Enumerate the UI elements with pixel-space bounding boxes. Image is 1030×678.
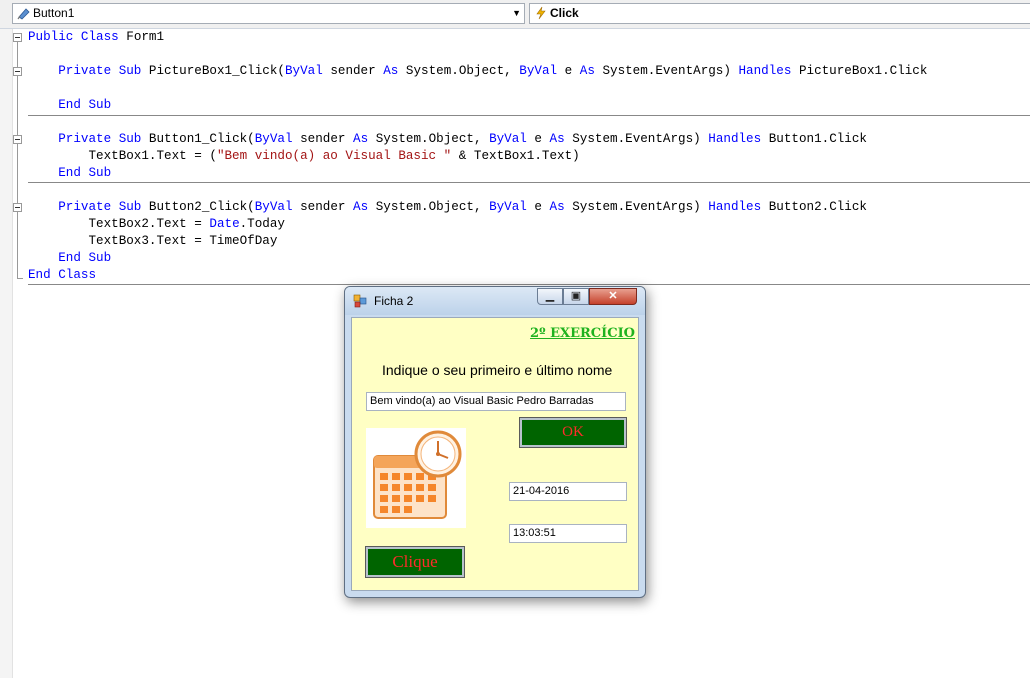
- code-line: TextBox3.Text = TimeOfDay: [28, 234, 278, 248]
- event-dropdown[interactable]: Click: [529, 3, 1030, 24]
- code-line: Private Sub PictureBox1_Click(ByVal send…: [28, 64, 928, 78]
- clique-button[interactable]: Clique: [365, 546, 465, 578]
- collapse-icon[interactable]: [13, 135, 22, 144]
- maximize-button[interactable]: ▣: [563, 288, 589, 305]
- code-line: End Class: [28, 268, 97, 282]
- minimize-icon: ▁: [545, 290, 555, 302]
- code-line: TextBox2.Text = Date.Today: [28, 217, 285, 231]
- collapse-icon[interactable]: [13, 67, 22, 76]
- outline-end: [17, 278, 23, 279]
- code-line: TextBox1.Text = ("Bem vindo(a) ao Visual…: [28, 149, 580, 163]
- code-navigation-bar: Button1 ▼ Click: [0, 0, 1030, 29]
- collapse-icon[interactable]: [13, 203, 22, 212]
- code-line: End Sub: [28, 251, 112, 265]
- form-window: Ficha 2 ▁ ▣ ✕ 2º EXERCÍCIO Indique o seu…: [344, 286, 646, 598]
- lightning-icon: [536, 6, 546, 20]
- control-icon: [17, 8, 30, 20]
- code-line: Private Sub Button1_Click(ByVal sender A…: [28, 132, 867, 146]
- procedure-separator: [28, 284, 1030, 285]
- window-title: Ficha 2: [374, 294, 414, 308]
- textbox2-date-field[interactable]: 21-04-2016: [509, 482, 627, 501]
- object-dropdown[interactable]: Button1 ▼: [12, 3, 525, 24]
- calendar-clock-picture[interactable]: [366, 428, 466, 528]
- maximize-icon: ▣: [570, 290, 582, 302]
- code-line: End Sub: [28, 166, 112, 180]
- exercise-heading: 2º EXERCÍCIO: [530, 326, 635, 341]
- form-client-area: 2º EXERCÍCIO Indique o seu primeiro e úl…: [351, 317, 639, 591]
- ok-button[interactable]: OK: [519, 417, 627, 448]
- outline-line: [17, 42, 18, 278]
- code-line: Public Class Form1: [28, 30, 165, 44]
- object-dropdown-value: Button1: [33, 6, 75, 20]
- name-prompt-label: Indique o seu primeiro e último nome: [382, 362, 613, 378]
- code-line: End Sub: [28, 98, 112, 112]
- procedure-separator: [28, 115, 1030, 116]
- code-line: Private Sub Button2_Click(ByVal sender A…: [28, 200, 867, 214]
- textbox3-time-field[interactable]: 13:03:51: [509, 524, 627, 543]
- window-titlebar[interactable]: Ficha 2 ▁ ▣ ✕: [345, 287, 645, 315]
- minimize-button[interactable]: ▁: [537, 288, 563, 305]
- close-icon: ✕: [608, 290, 618, 302]
- chevron-down-icon[interactable]: ▼: [512, 4, 521, 23]
- editor-gutter: [0, 29, 13, 678]
- textbox1-name-field[interactable]: Bem vindo(a) ao Visual Basic Pedro Barra…: [366, 392, 626, 411]
- collapse-icon[interactable]: [13, 33, 22, 42]
- event-dropdown-value: Click: [550, 6, 579, 20]
- procedure-separator: [28, 182, 1030, 183]
- form-app-icon: [353, 294, 367, 308]
- close-button[interactable]: ✕: [589, 288, 637, 305]
